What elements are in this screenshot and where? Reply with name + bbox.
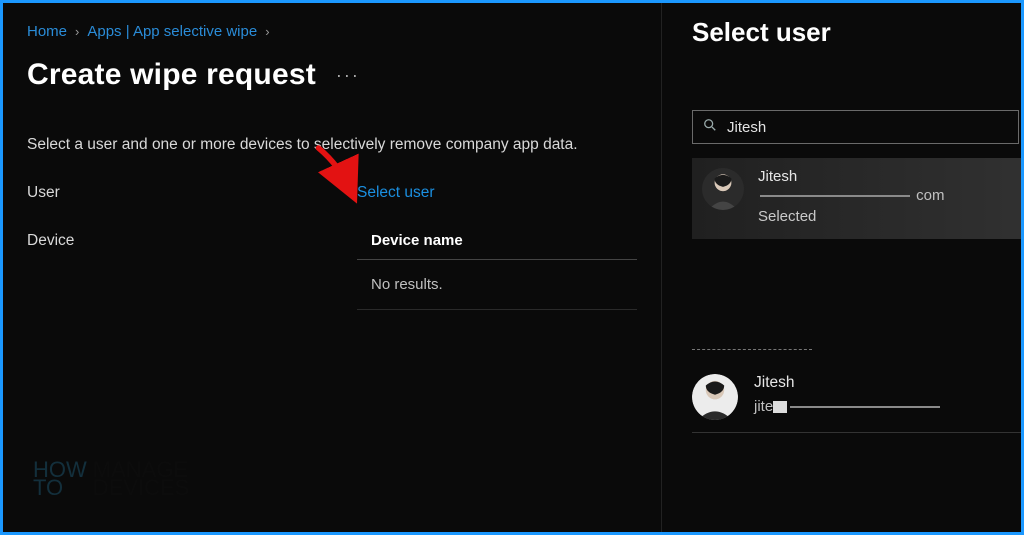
result-status: Selected <box>758 208 945 225</box>
select-user-link[interactable]: Select user <box>357 184 435 202</box>
selected-name: Jitesh <box>754 374 943 392</box>
chevron-right-icon: › <box>265 24 269 39</box>
device-no-results: No results. <box>357 260 637 310</box>
result-email: com <box>758 187 945 204</box>
selected-email: jite <box>754 398 943 415</box>
selected-user-row[interactable]: Jitesh jite <box>692 374 1021 420</box>
avatar <box>692 374 738 420</box>
user-search-box[interactable] <box>692 110 1019 144</box>
chevron-right-icon: › <box>75 24 79 39</box>
panel-title: Select user <box>692 17 1021 48</box>
watermark-logo: HOW TO MANAGE DEVICES <box>33 461 189 498</box>
user-row: User Select user <box>27 184 637 202</box>
device-name-column: Device name <box>357 222 637 260</box>
user-result-row[interactable]: Jitesh com Selected <box>692 158 1021 239</box>
device-table: Device name No results. <box>357 222 637 310</box>
result-name: Jitesh <box>758 168 945 185</box>
page-title: Create wipe request <box>27 58 316 92</box>
select-user-panel: Select user Jitesh com Selected Jite <box>661 3 1021 532</box>
avatar <box>702 168 744 210</box>
user-search-input[interactable] <box>727 119 1008 136</box>
breadcrumb: Home › Apps | App selective wipe › <box>27 23 637 40</box>
more-actions-button[interactable]: ··· <box>336 65 360 86</box>
user-label: User <box>27 184 357 202</box>
device-label: Device <box>27 232 357 250</box>
breadcrumb-home[interactable]: Home <box>27 23 67 40</box>
page-description: Select a user and one or more devices to… <box>27 136 637 154</box>
selected-section-divider <box>692 349 812 350</box>
breadcrumb-apps[interactable]: Apps | App selective wipe <box>87 23 257 40</box>
divider <box>692 432 1021 433</box>
search-icon <box>703 118 717 137</box>
